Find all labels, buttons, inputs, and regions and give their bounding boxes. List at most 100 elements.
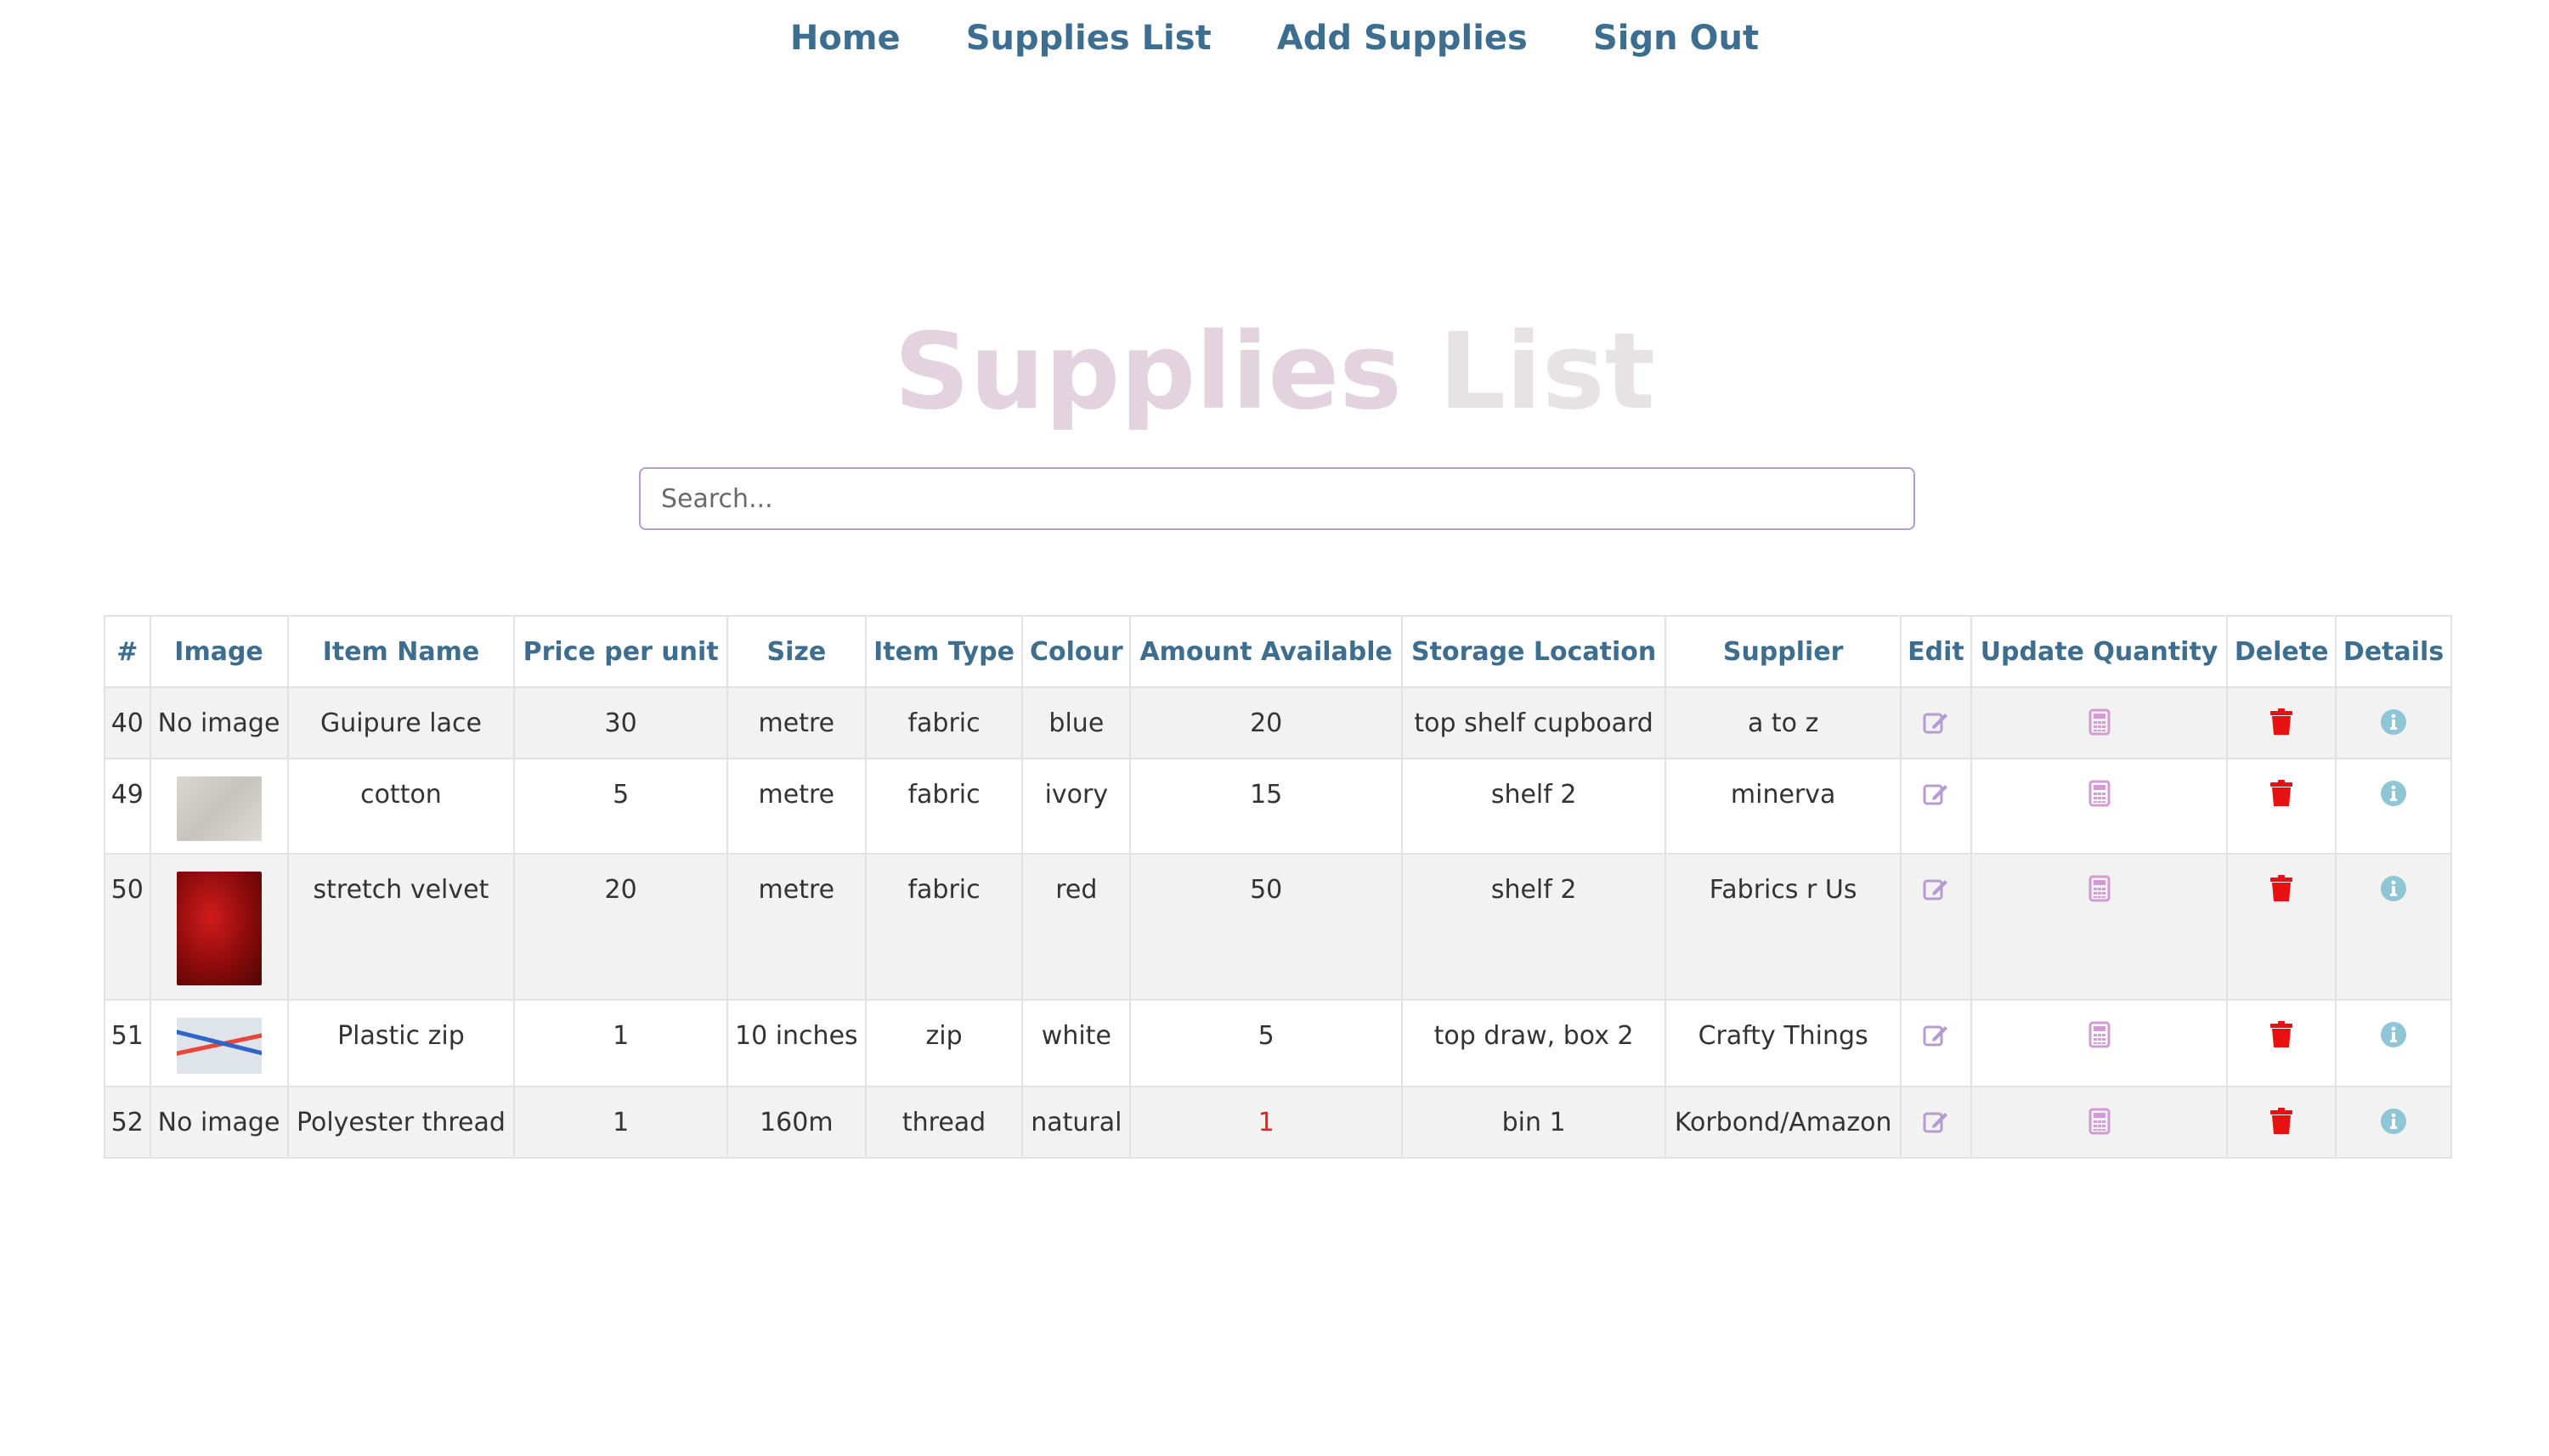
cell-item-name: Polyester thread <box>286 1086 516 1159</box>
col-header-size: Size <box>726 615 867 688</box>
cell-image <box>149 758 289 855</box>
table-row: 49 cotton 5 metre fabric ivory 15 shelf … <box>104 758 2452 855</box>
col-header-edit: Edit <box>1900 615 1972 688</box>
cell-delete <box>2226 999 2337 1087</box>
edit-icon[interactable] <box>1922 708 1949 736</box>
cell-price: 1 <box>513 1086 728 1159</box>
cell-id: 52 <box>104 1086 151 1159</box>
cell-size: metre <box>726 758 867 855</box>
page-title-word-2: List <box>1438 311 1655 433</box>
item-thumbnail-image <box>176 776 262 841</box>
trash-icon[interactable] <box>2269 875 2293 902</box>
trash-icon[interactable] <box>2269 708 2293 736</box>
item-thumbnail-image <box>176 1018 262 1074</box>
cell-item-name: cotton <box>286 758 516 855</box>
cell-update-quantity <box>1970 1086 2229 1159</box>
col-header-price: Price per unit <box>513 615 728 688</box>
cell-price: 30 <box>513 686 728 759</box>
cell-colour: natural <box>1021 1086 1132 1159</box>
calculator-icon[interactable] <box>2088 1021 2111 1048</box>
info-icon[interactable] <box>2380 875 2407 902</box>
table-row: 40 No image Guipure lace 30 metre fabric… <box>104 686 2452 759</box>
table-row: 50 stretch velvet 20 metre fabric red 50… <box>104 853 2452 1001</box>
top-nav: Home Supplies List Add Supplies Sign Out <box>0 19 2549 58</box>
col-header-colour: Colour <box>1021 615 1132 688</box>
cell-price: 5 <box>513 758 728 855</box>
cell-update-quantity <box>1970 999 2229 1087</box>
table-header-row: # Image Item Name Price per unit Size It… <box>104 615 2452 688</box>
cell-item-name: Guipure lace <box>286 686 516 759</box>
nav-home-link[interactable]: Home <box>790 19 901 58</box>
cell-edit <box>1900 758 1972 855</box>
cell-amount: 50 <box>1129 853 1404 1001</box>
cell-image: No image <box>149 686 289 759</box>
edit-icon[interactable] <box>1922 1021 1949 1048</box>
cell-item-name: stretch velvet <box>286 853 516 1001</box>
cell-size: 160m <box>726 1086 867 1159</box>
edit-icon[interactable] <box>1922 1108 1949 1135</box>
col-header-image: Image <box>149 615 289 688</box>
cell-update-quantity <box>1970 758 2229 855</box>
nav-sign-out-link[interactable]: Sign Out <box>1593 19 1759 58</box>
cell-details <box>2335 999 2452 1087</box>
cell-image <box>149 999 289 1087</box>
calculator-icon[interactable] <box>2088 1108 2111 1135</box>
cell-amount: 15 <box>1129 758 1404 855</box>
cell-delete <box>2226 758 2337 855</box>
info-icon[interactable] <box>2380 708 2407 736</box>
col-header-number: # <box>104 615 151 688</box>
cell-item-type: fabric <box>864 758 1024 855</box>
cell-item-name: Plastic zip <box>286 999 516 1087</box>
cell-item-type: thread <box>864 1086 1024 1159</box>
nav-supplies-list-link[interactable]: Supplies List <box>966 19 1212 58</box>
calculator-icon[interactable] <box>2088 780 2111 807</box>
cell-id: 51 <box>104 999 151 1087</box>
calculator-icon[interactable] <box>2088 708 2111 736</box>
info-icon[interactable] <box>2380 1108 2407 1135</box>
col-header-item-type: Item Type <box>864 615 1024 688</box>
cell-storage: top shelf cupboard <box>1401 686 1667 759</box>
cell-edit <box>1900 686 1972 759</box>
cell-id: 40 <box>104 686 151 759</box>
trash-icon[interactable] <box>2269 1108 2293 1135</box>
search-input[interactable] <box>639 467 1915 530</box>
cell-amount: 20 <box>1129 686 1404 759</box>
cell-storage: bin 1 <box>1401 1086 1667 1159</box>
cell-edit <box>1900 853 1972 1001</box>
cell-storage: top draw, box 2 <box>1401 999 1667 1087</box>
cell-supplier: minerva <box>1664 758 1902 855</box>
cell-update-quantity <box>1970 686 2229 759</box>
cell-storage: shelf 2 <box>1401 853 1667 1001</box>
col-header-update-quantity: Update Quantity <box>1970 615 2229 688</box>
cell-id: 49 <box>104 758 151 855</box>
col-header-amount: Amount Available <box>1129 615 1404 688</box>
edit-icon[interactable] <box>1922 875 1949 902</box>
cell-update-quantity <box>1970 853 2229 1001</box>
info-icon[interactable] <box>2380 1021 2407 1048</box>
cell-details <box>2335 853 2452 1001</box>
edit-icon[interactable] <box>1922 780 1949 807</box>
cell-supplier: a to z <box>1664 686 1902 759</box>
table-row: 51 Plastic zip 1 10 inches zip white 5 t… <box>104 999 2452 1087</box>
calculator-icon[interactable] <box>2088 875 2111 902</box>
nav-add-supplies-link[interactable]: Add Supplies <box>1277 19 1528 58</box>
page-title-word-1: Supplies <box>894 311 1403 433</box>
cell-colour: white <box>1021 999 1132 1087</box>
cell-edit <box>1900 999 1972 1087</box>
cell-colour: blue <box>1021 686 1132 759</box>
cell-item-type: zip <box>864 999 1024 1087</box>
cell-size: 10 inches <box>726 999 867 1087</box>
cell-supplier: Korbond/Amazon <box>1664 1086 1902 1159</box>
cell-size: metre <box>726 853 867 1001</box>
item-thumbnail-image <box>176 872 262 985</box>
cell-edit <box>1900 1086 1972 1159</box>
info-icon[interactable] <box>2380 780 2407 807</box>
trash-icon[interactable] <box>2269 780 2293 807</box>
col-header-item-name: Item Name <box>286 615 516 688</box>
cell-colour: ivory <box>1021 758 1132 855</box>
cell-details <box>2335 1086 2452 1159</box>
cell-details <box>2335 758 2452 855</box>
trash-icon[interactable] <box>2269 1021 2293 1048</box>
cell-image <box>149 853 289 1001</box>
cell-delete <box>2226 1086 2337 1159</box>
